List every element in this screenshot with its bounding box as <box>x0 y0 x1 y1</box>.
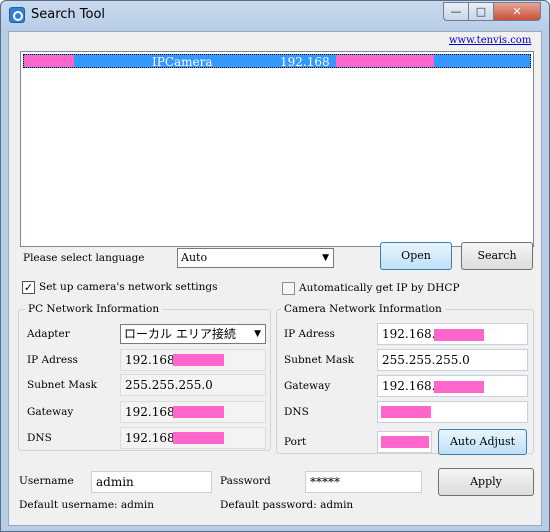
search-tool-window: Search Tool — □ ✕ www.tenvis.com IPCamer… <box>0 0 550 532</box>
pc-dns-label: DNS <box>27 432 52 444</box>
language-select[interactable]: Auto ▼ <box>177 248 334 268</box>
minimize-button[interactable]: — <box>443 2 469 21</box>
camera-ip-label: IP Adress <box>284 328 335 340</box>
pc-subnet-label: Subnet Mask <box>27 379 97 391</box>
adapter-select[interactable]: ローカル エリア接続 ▼ <box>120 324 266 344</box>
auto-adjust-button[interactable]: Auto Adjust <box>438 429 527 455</box>
pc-subnet-value: 255.255.255.0 <box>125 378 213 392</box>
auto-dhcp-label: Automatically get IP by DHCP <box>299 282 460 294</box>
redacted-block <box>381 406 431 418</box>
pc-adapter-label: Adapter <box>27 328 70 340</box>
search-tool-app-icon <box>9 7 25 23</box>
device-name: IPCamera <box>152 55 213 69</box>
search-button[interactable]: Search <box>461 242 533 270</box>
window-title: Search Tool <box>31 7 106 22</box>
redacted-block <box>24 55 74 67</box>
open-button[interactable]: Open <box>380 242 452 270</box>
camera-gateway-label: Gateway <box>284 380 331 392</box>
camera-gateway-value: 192.168. <box>382 379 436 393</box>
camera-dns-label: DNS <box>284 406 309 418</box>
redacted-block <box>434 329 484 341</box>
username-label: Username <box>19 475 74 487</box>
title-bar[interactable]: Search Tool — □ ✕ <box>1 1 549 31</box>
camera-port-label: Port <box>284 436 307 448</box>
tenvis-website-link[interactable]: www.tenvis.com <box>449 35 531 46</box>
pc-subnet-field: 255.255.255.0 <box>120 374 266 396</box>
pc-gateway-value: 192.168 <box>125 405 175 419</box>
camera-gateway-field[interactable]: 192.168. <box>377 375 528 397</box>
setup-network-label: Set up camera's network settings <box>39 281 218 293</box>
username-input[interactable]: admin <box>91 471 212 493</box>
device-list[interactable]: IPCamera 192.168 <box>20 51 534 247</box>
auto-dhcp-checkbox[interactable] <box>282 282 295 295</box>
camera-ip-value: 192.168. <box>382 327 436 341</box>
redacted-block <box>434 381 484 393</box>
camera-ip-field[interactable]: 192.168. <box>377 323 528 345</box>
pc-dns-value: 192.168 <box>125 431 175 445</box>
camera-network-title: Camera Network Information <box>281 303 445 315</box>
pc-ip-label: IP Adress <box>27 354 78 366</box>
redacted-block <box>173 432 224 444</box>
chevron-down-icon: ▼ <box>254 329 261 339</box>
redacted-block <box>173 406 224 418</box>
default-username-hint: Default username: admin <box>19 499 154 511</box>
pc-gateway-field: 192.168 <box>120 401 266 423</box>
client-area: www.tenvis.com IPCamera 192.168 Please s… <box>8 31 542 526</box>
camera-subnet-label: Subnet Mask <box>284 354 354 366</box>
pc-ip-field: 192.168 <box>120 349 266 371</box>
redacted-block <box>381 436 429 448</box>
pc-gateway-label: Gateway <box>27 406 74 418</box>
pc-network-title: PC Network Information <box>25 303 163 315</box>
camera-port-field[interactable] <box>377 431 432 453</box>
password-label: Password <box>220 475 271 487</box>
redacted-block <box>336 55 434 67</box>
device-ip: 192.168 <box>280 55 330 69</box>
pc-dns-field: 192.168 <box>120 427 266 449</box>
language-value: Auto <box>181 251 208 264</box>
maximize-button[interactable]: □ <box>468 2 494 21</box>
default-password-hint: Default password: admin <box>220 499 354 511</box>
camera-subnet-field[interactable]: 255.255.255.0 <box>377 349 528 371</box>
chevron-down-icon: ▼ <box>322 253 329 263</box>
close-button[interactable]: ✕ <box>493 2 541 21</box>
device-list-row[interactable]: IPCamera 192.168 <box>23 54 531 69</box>
adapter-value: ローカル エリア接続 <box>124 327 236 341</box>
password-input[interactable]: ***** <box>305 471 422 493</box>
camera-dns-field[interactable] <box>377 401 528 423</box>
pc-ip-value: 192.168 <box>125 353 175 367</box>
apply-button[interactable]: Apply <box>438 468 534 496</box>
language-label: Please select language <box>23 252 145 264</box>
setup-network-checkbox[interactable]: ✓ <box>22 281 35 294</box>
redacted-block <box>173 354 224 366</box>
